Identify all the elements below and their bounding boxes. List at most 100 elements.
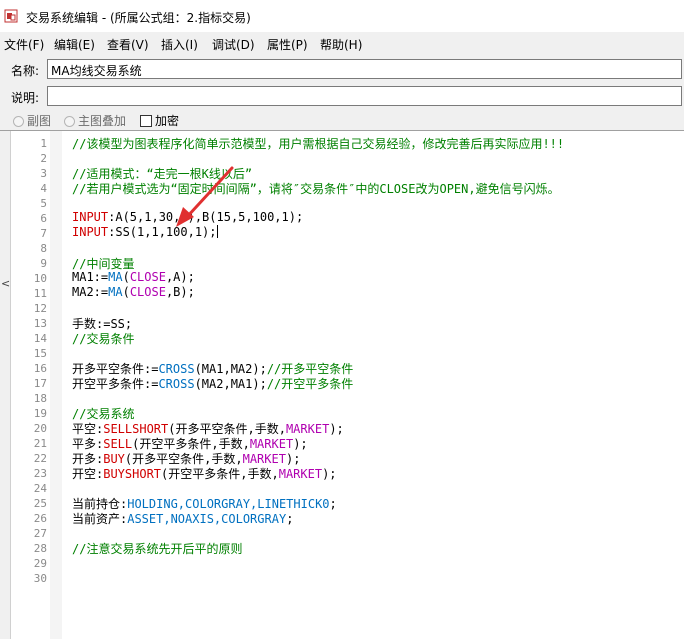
code-line-26: 当前资产:ASSET,NOAXIS,COLORGRAY; [72, 510, 293, 527]
function-name: ASSET,NOAXIS,COLORGRAY [127, 512, 287, 526]
chevron-left-icon[interactable]: < [1, 277, 10, 290]
encrypt-checkbox[interactable]: 加密 [140, 112, 179, 129]
main-overlay-radio-circle[interactable] [64, 116, 75, 127]
menu-help[interactable]: 帮助(H) [320, 36, 362, 53]
code-text: ); [285, 452, 301, 466]
keyword-input: INPUT [72, 225, 109, 239]
line-number: 14 [33, 332, 47, 345]
code-text: 开空平多条件:= [72, 377, 159, 391]
code-line-23: 开空:BUYSHORT(开空平多条件,手数,MARKET); [72, 465, 337, 482]
code-text: ); [293, 437, 308, 451]
subchart-label: 副图 [27, 114, 52, 128]
line-number: 7 [40, 227, 47, 240]
code-text: 开多平空条件:= [72, 362, 159, 376]
menu-insert[interactable]: 插入(I) [161, 36, 198, 53]
app-icon [4, 9, 18, 23]
constant-name: CLOSE [129, 285, 166, 299]
code-text: ); [329, 422, 344, 436]
code-text: MA1:= [72, 270, 109, 284]
line-number: 6 [40, 212, 47, 225]
code-text: ,A); [165, 270, 195, 284]
line-number: 18 [33, 392, 47, 405]
line-number: 17 [33, 377, 47, 390]
code-text: 开多: [72, 452, 104, 466]
function-name: MA [108, 270, 123, 284]
constant-name: MARKET [278, 467, 323, 481]
keyword-input: INPUT [72, 210, 109, 224]
function-name: CROSS [158, 377, 195, 391]
encrypt-label: 加密 [155, 114, 180, 128]
encrypt-checkbox-box[interactable] [140, 115, 152, 127]
line-number: 27 [33, 527, 47, 540]
code-text: MA2:= [72, 285, 109, 299]
main-overlay-label: 主图叠加 [78, 114, 127, 128]
code-line-4: //若用户模式选为“固定时间间隔”，请将″交易条件″中的CLOSE改为OPEN,… [72, 182, 560, 196]
line-number: 30 [33, 572, 47, 585]
description-label: 说明: [11, 91, 40, 105]
main-overlay-radio[interactable]: 主图叠加 [64, 112, 126, 129]
code-text: (开空平多条件,手数, [132, 437, 250, 451]
code-text: 开空: [72, 467, 104, 481]
line-number: 24 [33, 482, 47, 495]
name-label: 名称: [11, 64, 40, 78]
name-input[interactable]: MA均线交易系统 [47, 59, 682, 79]
code-comment: //开空平多条件 [266, 377, 354, 391]
line-number: 21 [33, 437, 47, 450]
collapse-panel-tab[interactable]: < [0, 131, 11, 639]
title-bar: 交易系统编辑 - (所属公式组：2.指标交易) [0, 0, 684, 32]
code-text: 当前资产: [72, 512, 128, 526]
menu-edit[interactable]: 编辑(E) [54, 36, 95, 53]
code-line-7: INPUT:SS(1,1,100,1); [72, 225, 218, 239]
code-text: 平空: [72, 422, 104, 436]
code-comment: //开多平空条件 [266, 362, 354, 376]
line-number: 15 [33, 347, 47, 360]
line-number: 9 [40, 257, 47, 270]
line-number: 11 [33, 287, 47, 300]
code-text: ( [122, 270, 130, 284]
code-line-1: //该模型为图表程序化简单示范模型，用户需根据自己交易经验，修改完善后再实际应用… [72, 137, 565, 151]
line-number: 25 [33, 497, 47, 510]
menu-view[interactable]: 查看(V) [107, 36, 149, 53]
menu-debug[interactable]: 调试(D) [212, 36, 255, 53]
code-text: 当前持仓: [72, 497, 128, 511]
constant-name: CLOSE [129, 270, 166, 284]
description-input[interactable] [47, 86, 682, 106]
code-text: :SS(1,1,100,1); [108, 225, 217, 239]
line-number: 29 [33, 557, 47, 570]
constant-name: MARKET [249, 437, 294, 451]
constant-name: MARKET [242, 452, 286, 466]
code-line-11: MA2:=MA(CLOSE,B); [72, 285, 195, 299]
text-cursor [216, 225, 218, 238]
line-number: 22 [33, 452, 47, 465]
function-name: BUY [103, 452, 125, 466]
code-editor[interactable]: < 1 2 3 4 5 6 7 8 9 10 11 12 13 14 15 16… [0, 130, 684, 639]
menu-file[interactable]: 文件(F) [4, 36, 44, 53]
line-number: 12 [33, 302, 47, 315]
line-number: 28 [33, 542, 47, 555]
code-text: ); [322, 467, 337, 481]
function-name: SELL [103, 437, 133, 451]
function-name: MA [108, 285, 123, 299]
code-line-10: MA1:=MA(CLOSE,A); [72, 270, 195, 284]
function-name: HOLDING,COLORGRAY,LINETHICK0 [127, 497, 330, 511]
code-text: (开空平多条件,手数, [161, 467, 279, 481]
code-line-14: //交易条件 [72, 332, 135, 346]
subchart-radio[interactable]: 副图 [13, 112, 51, 129]
line-number: 4 [40, 182, 47, 195]
code-line-17: 开空平多条件:=CROSS(MA2,MA1);//开空平多条件 [72, 375, 353, 392]
menu-properties[interactable]: 属性(P) [267, 36, 308, 53]
code-text: (开多平空条件,手数, [168, 422, 286, 436]
line-number: 26 [33, 512, 47, 525]
code-text: ( [122, 285, 130, 299]
line-number: 2 [40, 152, 47, 165]
line-number: 10 [33, 272, 47, 285]
code-text: ,B); [165, 285, 195, 299]
code-text: (MA2,MA1); [194, 377, 267, 391]
line-number: 8 [40, 242, 47, 255]
code-text: (MA1,MA2); [194, 362, 267, 376]
code-line-6: INPUT:A(5,1,30,1),B(15,5,100,1); [72, 210, 303, 224]
code-text: ; [286, 512, 294, 526]
line-number: 5 [40, 197, 47, 210]
line-number: 3 [40, 167, 47, 180]
subchart-radio-circle[interactable] [13, 116, 24, 127]
